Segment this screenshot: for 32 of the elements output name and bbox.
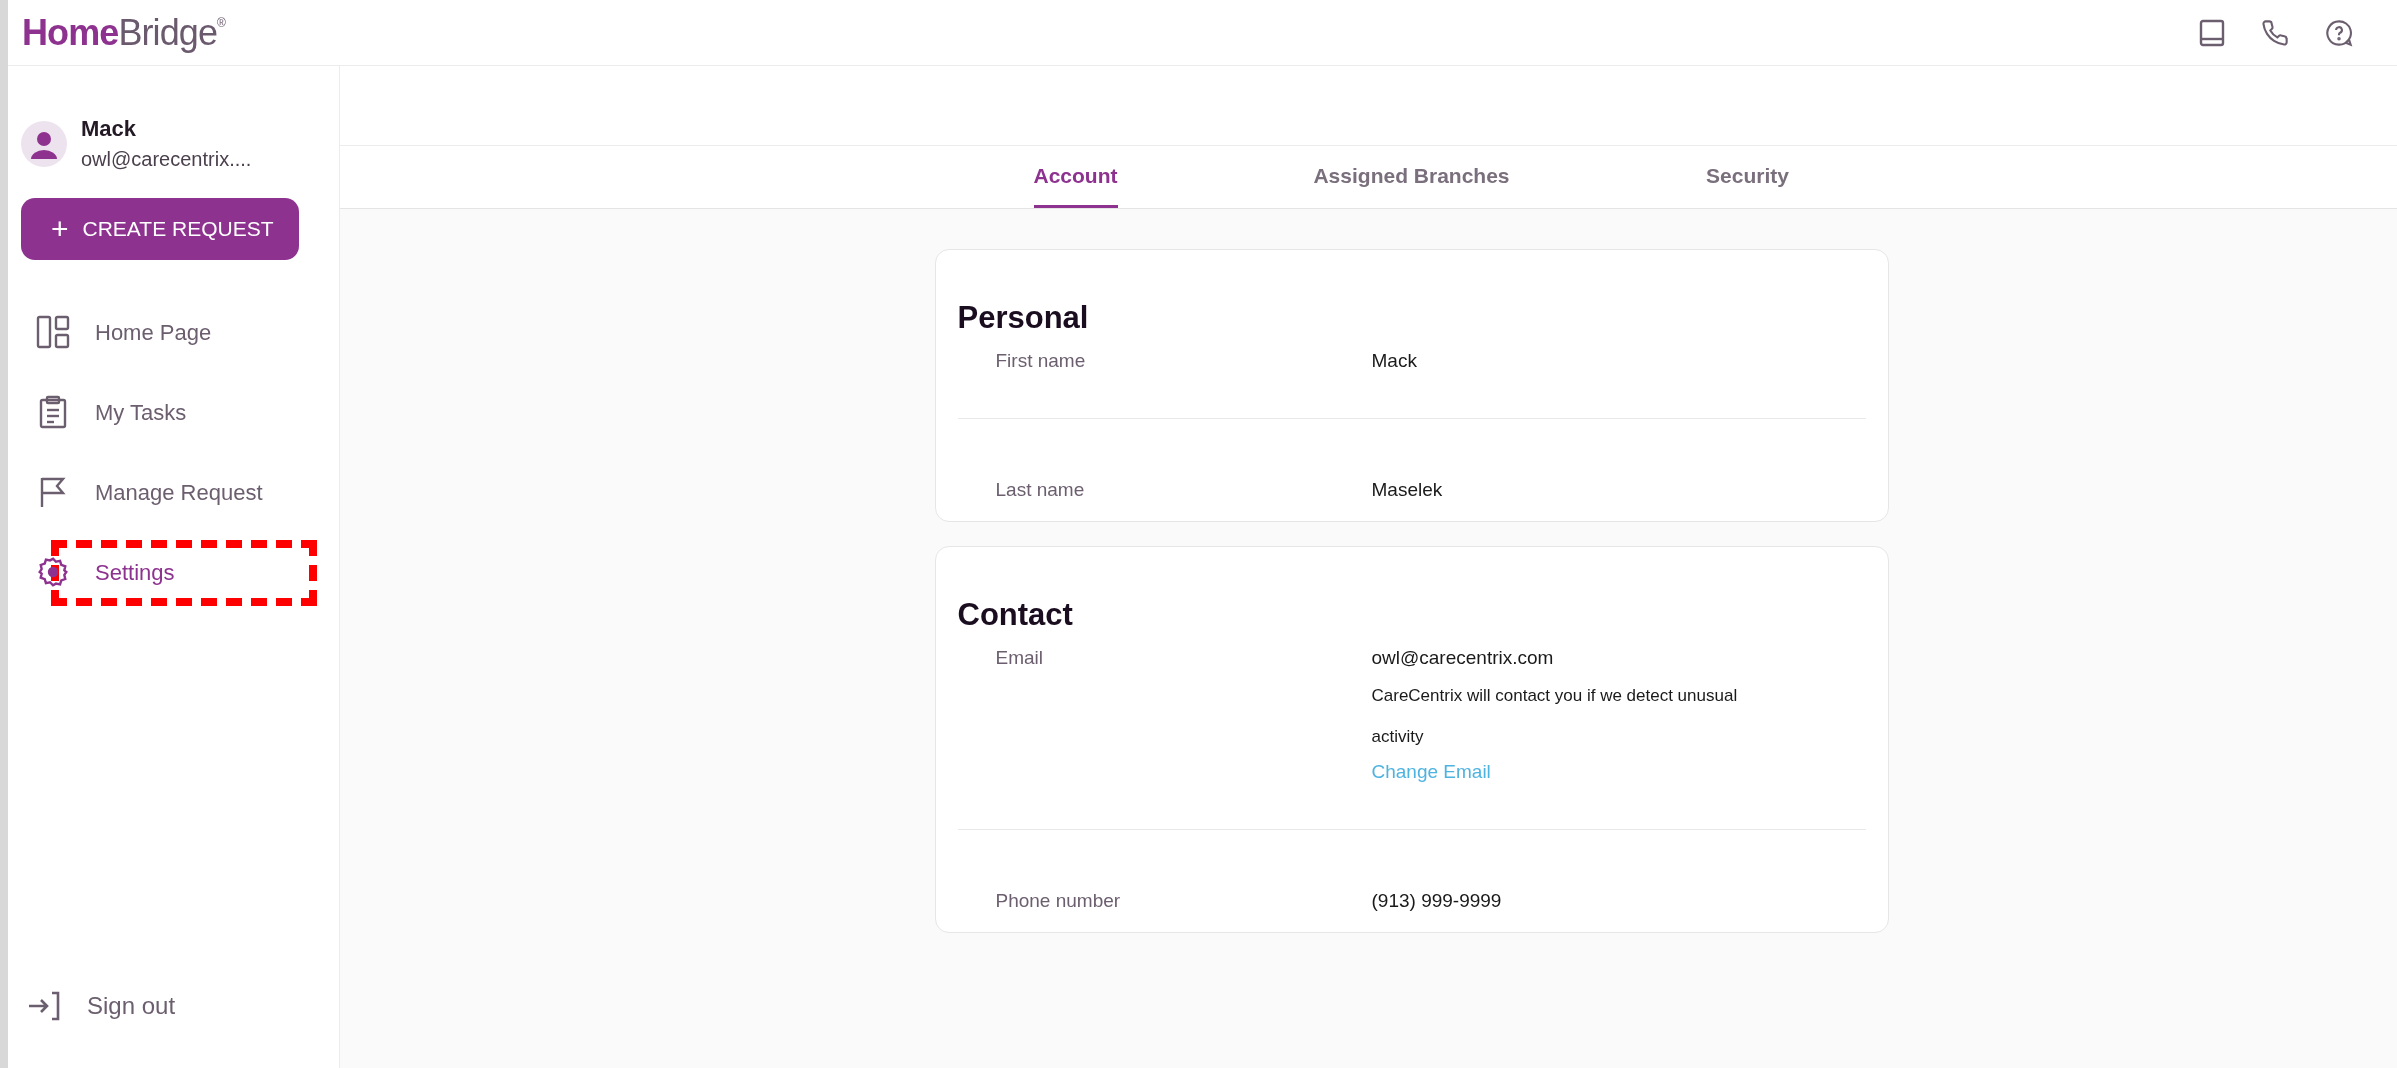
tab[interactable]: Account — [907, 146, 1244, 208]
settings-icon — [37, 556, 69, 588]
avatar-icon — [21, 121, 67, 167]
create-request-button[interactable]: + CREATE REQUEST — [21, 198, 299, 260]
sign-out-icon — [27, 990, 61, 1022]
nav-item[interactable]: Settings — [35, 555, 175, 589]
field-value: Mack — [1371, 349, 1418, 373]
field-value: owl@carecentrix.com — [1371, 646, 1555, 670]
flag-icon — [39, 476, 67, 508]
field-label: Last name — [995, 478, 1086, 502]
sign-out-link[interactable]: Sign out — [27, 988, 319, 1024]
section-title: Personal — [957, 299, 1090, 337]
field-value: (913) 999-9999 — [1371, 889, 1503, 913]
nav-item[interactable]: Manage Request — [35, 475, 263, 509]
field-label: First name — [995, 349, 1087, 373]
nav-item[interactable]: My Tasks — [35, 395, 187, 429]
field-label: Phone number — [995, 889, 1122, 913]
field-note: CareCentrix will contact you if we detect unusual activity — [1371, 685, 1739, 748]
section-title: Contact — [957, 596, 1074, 634]
nav-item[interactable]: Home Page — [35, 315, 212, 349]
book-icon[interactable] — [2199, 18, 2225, 47]
user-email: owl@carecentrix.... — [81, 147, 252, 172]
tab[interactable]: Assigned Branches — [1243, 146, 1580, 208]
tab[interactable]: Security — [1579, 146, 1916, 208]
user-name: Mack — [81, 115, 138, 143]
help-icon[interactable] — [2325, 18, 2353, 47]
clipboard-icon — [39, 395, 67, 429]
homebridge-logo: HomeBridge® — [22, 14, 226, 51]
dashboard-icon — [36, 315, 70, 349]
field-label: Email — [995, 646, 1044, 670]
field-value: Maselek — [1371, 478, 1444, 502]
phone-icon[interactable] — [2261, 18, 2289, 47]
